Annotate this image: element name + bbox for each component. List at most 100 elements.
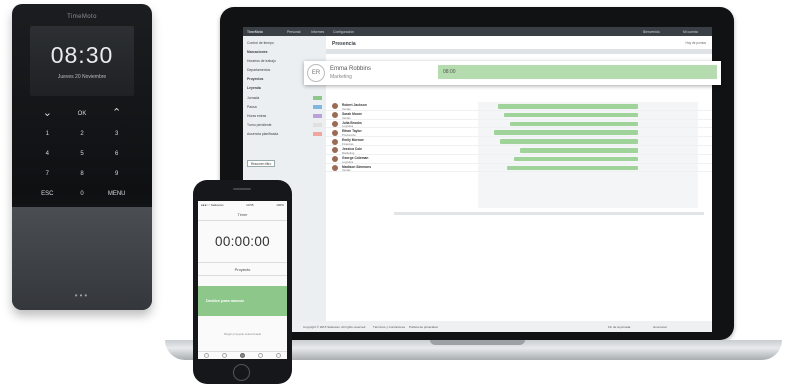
shift-bar[interactable] [504,112,638,118]
tab-icon[interactable] [257,353,263,358]
nav-personal[interactable]: Personal [287,30,300,34]
shift-bar[interactable] [514,156,638,162]
timer-tab-icon[interactable] [239,353,245,358]
footer-local-time: Hora local [653,325,667,329]
status-time: 10:55 [246,203,254,207]
avatar [332,147,338,154]
key-esc[interactable]: ESC [30,189,65,199]
legend-label-absence: Ausencia planificada [247,132,279,136]
legend-swatch-absence [313,132,322,136]
table-row[interactable]: Jessica Cole Marketing [326,146,712,155]
reader-indicator: ••• [74,291,90,300]
key-1[interactable]: 1 [30,129,65,139]
screen-title: Timer [237,212,248,217]
divider [198,262,287,263]
legend-swatch-pending [313,123,322,127]
tab-icon[interactable] [275,353,281,358]
sidebar-item-legend: Leyenda [247,86,261,90]
laptop-notch [430,340,525,345]
avatar [332,156,338,163]
employee-popup[interactable]: ER Emma Robbins Marketing 08:00 [304,61,721,85]
key-up-arrow[interactable]: ⌃ [99,108,134,119]
key-9[interactable]: 9 [99,169,134,179]
table-row[interactable]: Sarah Moore Ventas [326,111,712,120]
table-row[interactable]: Robert Jackson Ventas [326,102,712,111]
legend-label-overtime: Horas extras [247,114,267,118]
key-2[interactable]: 2 [65,129,100,139]
time-clock-terminal: TimeMoto 08:30 Jueves 20 Noviembre ⌄ OK … [12,4,152,310]
key-0[interactable]: 0 [65,189,100,199]
key-6[interactable]: 6 [99,149,134,159]
legend-swatch-overtime [313,114,322,118]
carrier-signal: ●●●○○ Safescan [201,203,224,207]
avatar [332,164,338,171]
footer-privacy[interactable]: Política de privacidad [409,325,438,329]
key-5[interactable]: 5 [65,149,100,159]
key-menu[interactable]: MENU [99,189,134,199]
key-down-arrow[interactable]: ⌄ [30,108,65,119]
slide-arrow-icon[interactable] [264,286,280,316]
horizontal-scrollbar[interactable] [394,212,704,215]
phone-speaker [233,188,251,190]
legend-swatch-workday [313,96,322,100]
shift-bar[interactable] [507,165,638,171]
avatar [332,112,338,119]
key-7[interactable]: 7 [30,169,65,179]
avatar [332,103,338,110]
footer-copyright: Copyright © 2015 Safescan. All rights re… [303,325,367,329]
tab-icon[interactable] [222,353,228,358]
key-ok[interactable]: OK [65,109,100,119]
smartphone: ●●●○○ Safescan 10:55 100% Timer 00:00:00… [193,180,292,384]
footer-terms[interactable]: Términos y Condiciones [373,325,405,329]
terminal-brand: TimeMoto [67,14,97,20]
popup-employee-name: Emma Robbins [330,66,372,72]
page-title: Presencia [332,41,356,47]
shift-bar[interactable] [498,104,638,109]
project-selector[interactable]: Proyecto [198,267,287,272]
key-3[interactable]: 3 [99,129,134,139]
sidebar-item-schedules[interactable]: Horarios de trabajo [247,59,276,63]
home-button[interactable] [233,364,250,381]
nav-welcome: Bienvenido [643,30,660,34]
divider [198,220,287,221]
tab-bar [198,351,287,359]
legend-label-workday: Jornada [247,96,260,100]
product-scene: TimeMoto 08:30 Jueves 20 Noviembre ⌄ OK … [0,0,785,386]
table-row[interactable]: Julia Brooks Logística [326,120,712,129]
app-logo: TimeMoto [247,30,263,34]
filter-summary-button[interactable]: Resumen filtro [247,160,275,167]
nav-account[interactable]: Mi cuenta [683,30,698,34]
popup-shift-start: 08:00 [443,69,456,75]
shift-bar[interactable] [520,147,638,153]
shift-bar[interactable] [494,130,638,135]
today-link[interactable]: Hoy de puntos [685,41,706,45]
battery-level: 100% [276,203,284,207]
table-row[interactable]: Emily Morrow Finanzas [326,137,712,146]
table-row[interactable]: Madison Simmons Ventas [326,164,712,173]
tab-icon[interactable] [204,353,210,358]
key-8[interactable]: 8 [65,169,100,179]
timeline-header [326,49,712,54]
terminal-display: 08:30 Jueves 20 Noviembre [30,26,134,96]
sidebar-item-projects[interactable]: Proyectos [247,77,263,81]
sidebar-item-time-control[interactable]: Control de tiempo [247,41,274,45]
table-row[interactable]: Ethan Taylor Producción [326,128,712,138]
table-row[interactable]: George Coleman Logística [326,155,712,164]
legend-label-break: Pausa [247,105,257,109]
divider [198,275,287,276]
terminal-date: Jueves 20 Noviembre [57,74,107,80]
nav-settings[interactable]: Configuración [333,30,354,34]
nav-reports[interactable]: Informes [311,30,324,34]
employee-list: Robert Jackson Ventas Sarah Moore Ventas… [326,102,712,173]
popup-shift-bar[interactable] [438,65,717,79]
key-4[interactable]: 4 [30,149,65,159]
app-topbar: TimeMoto Personal Informes Configuración… [243,27,712,36]
shift-bar[interactable] [500,139,638,144]
avatar [332,138,338,145]
footer-end-of-day: Fin de la jornada [608,325,631,329]
terminal-keypad: ⌄ OK ⌃ 1 2 3 4 5 6 7 8 9 ESC 0 MENU [30,108,134,199]
sidebar-item-departments[interactable]: Departamentos [247,68,270,72]
shift-bar[interactable] [510,121,638,127]
sidebar-item-punches[interactable]: Marcaciones [247,50,268,54]
project-note: Ningún proyecto seleccionado [223,332,262,336]
